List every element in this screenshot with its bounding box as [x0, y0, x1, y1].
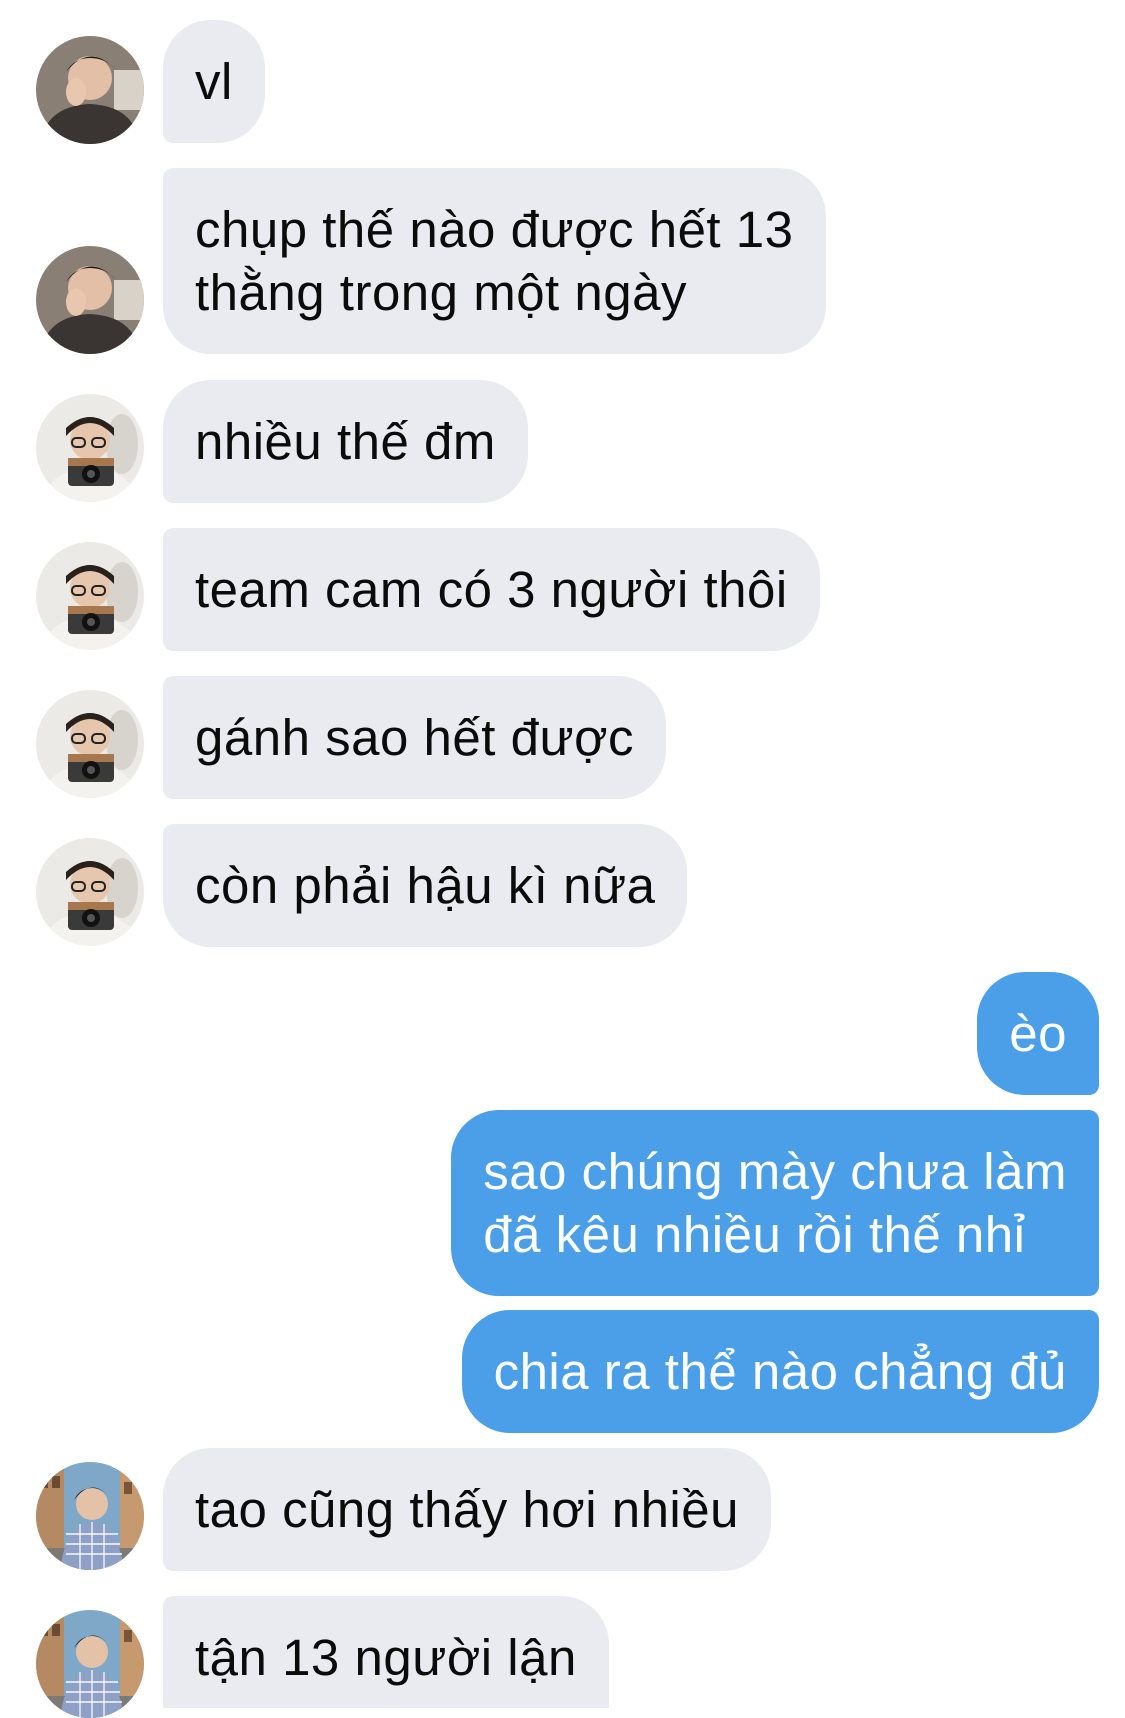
message-text: tao cũng thấy hơi nhiều — [195, 1481, 739, 1538]
avatar[interactable] — [36, 1462, 144, 1570]
message-text: còn phải hậu kì nữa — [195, 857, 656, 914]
avatar-photo-icon — [36, 542, 144, 650]
message-text-line: thằng trong một ngày — [195, 264, 687, 321]
message-bubble[interactable]: chụp thế nào được hết 13 thằng trong một… — [163, 168, 826, 354]
avatar[interactable] — [36, 838, 144, 946]
avatar[interactable] — [36, 690, 144, 798]
avatar-photo-icon — [36, 838, 144, 946]
message-bubble[interactable]: vl — [163, 20, 265, 143]
avatar[interactable] — [36, 542, 144, 650]
message-bubble-outgoing[interactable]: chia ra thể nào chẳng đủ — [461, 1310, 1099, 1433]
message-bubble[interactable]: nhiều thế đm — [163, 380, 528, 503]
message-text-line: chụp thế nào được hết 13 — [195, 201, 794, 258]
avatar-photo-icon — [36, 1462, 144, 1570]
avatar-photo-icon — [36, 246, 144, 354]
message-bubble[interactable]: còn phải hậu kì nữa — [163, 824, 688, 947]
avatar-photo-icon — [36, 690, 144, 798]
avatar[interactable] — [36, 246, 144, 354]
message-text: nhiều thế đm — [195, 413, 496, 470]
avatar-photo-icon — [36, 36, 144, 144]
message-text: chia ra thể nào chẳng đủ — [493, 1343, 1067, 1400]
message-bubble-outgoing[interactable]: sao chúng mày chưa làm đã kêu nhiều rồi … — [451, 1110, 1099, 1296]
message-bubble[interactable]: gánh sao hết được — [163, 676, 667, 799]
message-bubble[interactable]: team cam có 3 người thôi — [163, 528, 820, 651]
message-bubble[interactable]: tận 13 người lận — [163, 1596, 609, 1708]
avatar-photo-icon — [36, 394, 144, 502]
message-bubble[interactable]: tao cũng thấy hơi nhiều — [163, 1448, 771, 1571]
message-text: team cam có 3 người thôi — [195, 561, 788, 618]
avatar[interactable] — [36, 1610, 144, 1718]
message-text: tận 13 người lận — [195, 1629, 577, 1686]
message-text-line: đã kêu nhiều rồi thế nhỉ — [483, 1206, 1026, 1263]
message-text-line: sao chúng mày chưa làm — [483, 1143, 1067, 1200]
avatar[interactable] — [36, 36, 144, 144]
message-text: èo — [1009, 1005, 1067, 1062]
avatar-photo-icon — [36, 1610, 144, 1718]
chat-thread[interactable]: vl chụp thế nào được hết 13 thằng trong … — [0, 0, 1125, 1718]
message-text: gánh sao hết được — [195, 709, 635, 766]
message-text: vl — [195, 53, 233, 110]
avatar[interactable] — [36, 394, 144, 502]
message-bubble-outgoing[interactable]: èo — [977, 972, 1099, 1095]
